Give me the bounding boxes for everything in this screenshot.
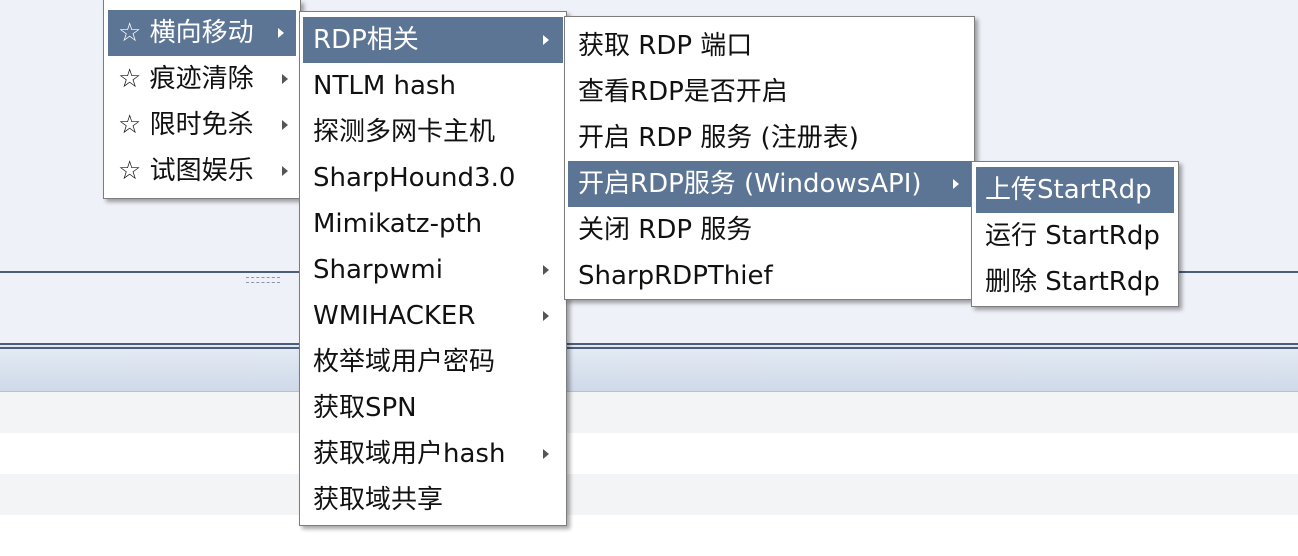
menu-item-label: 枚举域用户密码 <box>313 347 496 377</box>
menu-item-wmihacker[interactable]: WMIHACKER <box>300 293 566 339</box>
menu-item-label: 探测多网卡主机 <box>313 117 496 147</box>
menu-item-label: ☆ 限时免杀 <box>118 110 254 140</box>
menu-item-rdp[interactable]: RDP相关 <box>303 17 563 63</box>
table-row[interactable] <box>0 474 1298 515</box>
menu-item-label: 运行 StartRdp <box>985 221 1160 251</box>
menu-item-trace-cleanup[interactable]: ☆ 痕迹清除 <box>104 56 300 102</box>
menu-item-run-startrdp[interactable]: 运行 StartRdp <box>972 213 1178 259</box>
submenu-arrow-icon <box>282 74 288 84</box>
menu-item-label: Sharpwmi <box>313 255 443 285</box>
menu-item-label: WMIHACKER <box>313 301 476 331</box>
menu-item-enable-rdp-registry[interactable]: 开启 RDP 服务 (注册表) <box>565 115 974 161</box>
submenu-arrow-icon <box>953 179 959 189</box>
table-header <box>0 349 1298 392</box>
menu-item-av-evasion[interactable]: ☆ 限时免杀 <box>104 102 300 148</box>
table-row[interactable] <box>0 392 1298 433</box>
context-menu-level1: ☆ 横向移动 ☆ 痕迹清除 ☆ 限时免杀 ☆ 试图娱乐 <box>103 0 301 199</box>
submenu-arrow-icon <box>543 311 549 321</box>
menu-item-label: ☆ 横向移动 <box>118 18 254 48</box>
menu-item-label: SharpHound3.0 <box>313 163 516 193</box>
menu-item-label: 删除 StartRdp <box>985 267 1160 297</box>
context-menu-level4: 上传StartRdp 运行 StartRdp 删除 StartRdp <box>971 161 1179 307</box>
menu-item-enum-domain-passwords[interactable]: 枚举域用户密码 <box>300 339 566 385</box>
menu-item-label: 获取域用户hash <box>313 439 506 469</box>
table-row[interactable] <box>0 515 1298 556</box>
menu-item-check-rdp-enabled[interactable]: 查看RDP是否开启 <box>565 69 974 115</box>
menu-item-sharphound[interactable]: SharpHound3.0 <box>300 155 566 201</box>
menu-item-label: ☆ 痕迹清除 <box>118 64 254 94</box>
menu-item-probe-multi-nic[interactable]: 探测多网卡主机 <box>300 109 566 155</box>
menu-item-label: 获取 RDP 端口 <box>578 31 753 61</box>
menu-item-entertainment[interactable]: ☆ 试图娱乐 <box>104 148 300 194</box>
menu-item-ntlm-hash[interactable]: NTLM hash <box>300 63 566 109</box>
menu-item-label: SharpRDPThief <box>578 261 773 291</box>
menu-item-enable-rdp-windowsapi[interactable]: 开启RDP服务 (WindowsAPI) <box>568 161 971 207</box>
menu-item-label: 查看RDP是否开启 <box>578 77 788 107</box>
splitter-handle[interactable] <box>246 277 280 283</box>
menu-item-disable-rdp[interactable]: 关闭 RDP 服务 <box>565 207 974 253</box>
context-menu-level3: 获取 RDP 端口 查看RDP是否开启 开启 RDP 服务 (注册表) 开启RD… <box>564 16 975 300</box>
submenu-arrow-icon <box>278 28 284 38</box>
menu-item-get-spn[interactable]: 获取SPN <box>300 385 566 431</box>
menu-item-lateral-movement[interactable]: ☆ 横向移动 <box>108 10 296 56</box>
menu-item-sharprdpthief[interactable]: SharpRDPThief <box>565 253 974 299</box>
menu-item-label: 关闭 RDP 服务 <box>578 215 753 245</box>
menu-item-label: 获取SPN <box>313 393 417 423</box>
menu-item-get-domain-hash[interactable]: 获取域用户hash <box>300 431 566 477</box>
menu-item-upload-startrdp[interactable]: 上传StartRdp <box>976 167 1174 213</box>
menu-item-get-domain-shares[interactable]: 获取域共享 <box>300 477 566 523</box>
menu-item-label: 获取域共享 <box>313 485 444 515</box>
submenu-arrow-icon <box>543 449 549 459</box>
menu-item-label: 开启RDP服务 (WindowsAPI) <box>578 169 922 199</box>
submenu-arrow-icon <box>543 35 549 45</box>
menu-item-label: NTLM hash <box>313 71 456 101</box>
menu-item-label: ☆ 试图娱乐 <box>118 156 254 186</box>
submenu-arrow-icon <box>282 120 288 130</box>
menu-item-mimikatz-pth[interactable]: Mimikatz-pth <box>300 201 566 247</box>
menu-item-label: 上传StartRdp <box>985 175 1152 205</box>
menu-item-get-rdp-port[interactable]: 获取 RDP 端口 <box>565 23 974 69</box>
submenu-arrow-icon <box>282 166 288 176</box>
table-row[interactable] <box>0 433 1298 474</box>
context-menu-level2: RDP相关 NTLM hash 探测多网卡主机 SharpHound3.0 Mi… <box>299 11 567 526</box>
menu-item-label: 开启 RDP 服务 (注册表) <box>578 123 859 153</box>
menu-item-delete-startrdp[interactable]: 删除 StartRdp <box>972 259 1178 305</box>
submenu-arrow-icon <box>543 265 549 275</box>
menu-item-label: Mimikatz-pth <box>313 209 483 239</box>
menu-item-label: RDP相关 <box>313 25 419 55</box>
menu-item-sharpwmi[interactable]: Sharpwmi <box>300 247 566 293</box>
